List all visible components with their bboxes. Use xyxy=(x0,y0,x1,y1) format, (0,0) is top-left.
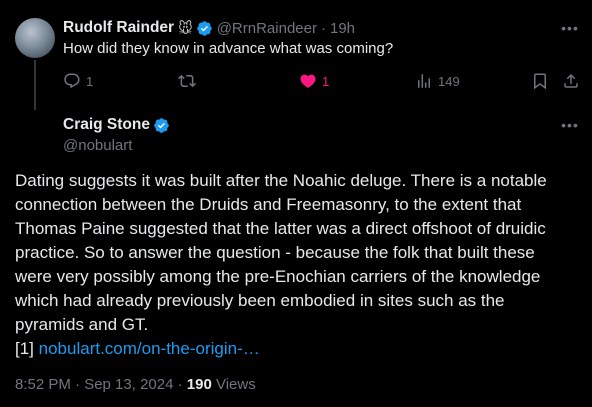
name-emoji: 🐭 xyxy=(178,19,193,36)
bookmark-icon xyxy=(534,73,546,90)
verified-badge-icon xyxy=(154,117,169,133)
tweet-meta: 8:52 PM · Sep 13, 2024 · 190 Views xyxy=(15,376,256,393)
display-name[interactable]: Craig Stone xyxy=(63,116,150,134)
handle[interactable]: @nobulart xyxy=(63,137,132,154)
post-timestamp[interactable]: 8:52 PM · Sep 13, 2024 xyxy=(15,376,173,393)
like-button[interactable]: 1 xyxy=(299,72,329,90)
body-line: Thomas Paine suggested that the latter w… xyxy=(15,219,546,238)
reply-user-row: Rudolf Rainder 🐭 @RrnRaindeer · 19h xyxy=(63,18,355,38)
views-total: 190 xyxy=(186,376,212,393)
action-bar: 1 1 149 xyxy=(63,72,583,92)
external-link[interactable]: nobulart.com/on-the-origin-… xyxy=(39,339,260,358)
heart-icon xyxy=(300,74,316,88)
body-line: pyramids and GT. xyxy=(15,315,149,334)
retweet-icon xyxy=(178,74,196,88)
reply-icon xyxy=(64,73,80,89)
reply-tweet[interactable]: Rudolf Rainder 🐭 @RrnRaindeer · 19h ••• … xyxy=(0,0,592,110)
body-line: were very possibly among the pre-Enochia… xyxy=(15,267,541,286)
body-line: Dating suggests it was built after the N… xyxy=(15,171,547,190)
main-user-row: Craig Stone xyxy=(63,115,170,135)
bookmark-button[interactable] xyxy=(531,72,549,90)
timestamp[interactable]: 19h xyxy=(330,20,355,37)
reference-prefix: [1] xyxy=(15,339,34,358)
share-icon xyxy=(564,73,578,88)
more-icon[interactable]: ••• xyxy=(560,18,580,38)
separator-dot: · xyxy=(177,376,183,393)
tweet-text: How did they know in advance what was co… xyxy=(63,40,394,57)
reply-button[interactable]: 1 xyxy=(63,72,93,90)
avatar[interactable] xyxy=(15,18,55,58)
reference-line: [1] nobulart.com/on-the-origin-… xyxy=(15,337,585,361)
like-count: 1 xyxy=(322,73,330,89)
body-line: which had already previously been embodi… xyxy=(15,291,505,310)
display-name[interactable]: Rudolf Rainder xyxy=(63,19,174,37)
more-icon[interactable]: ••• xyxy=(560,115,580,135)
retweet-button[interactable] xyxy=(178,72,196,90)
verified-badge-icon xyxy=(196,20,212,36)
reply-count: 1 xyxy=(86,73,94,89)
separator-dot: · xyxy=(320,19,326,37)
views-count: 149 xyxy=(438,73,460,89)
main-tweet: Craig Stone @nobulart Dating suggests it… xyxy=(0,110,592,407)
share-button[interactable] xyxy=(562,72,580,90)
body-line: practice. So to answer the question - be… xyxy=(15,243,535,262)
handle[interactable]: @RrnRaindeer xyxy=(217,20,317,37)
tweet-body: Dating suggests it was built after the N… xyxy=(15,169,585,361)
views-button[interactable]: 149 xyxy=(415,72,460,90)
views-label: Views xyxy=(215,376,256,393)
views-icon xyxy=(418,74,430,88)
body-line: connection between the Druids and Freema… xyxy=(15,195,522,214)
